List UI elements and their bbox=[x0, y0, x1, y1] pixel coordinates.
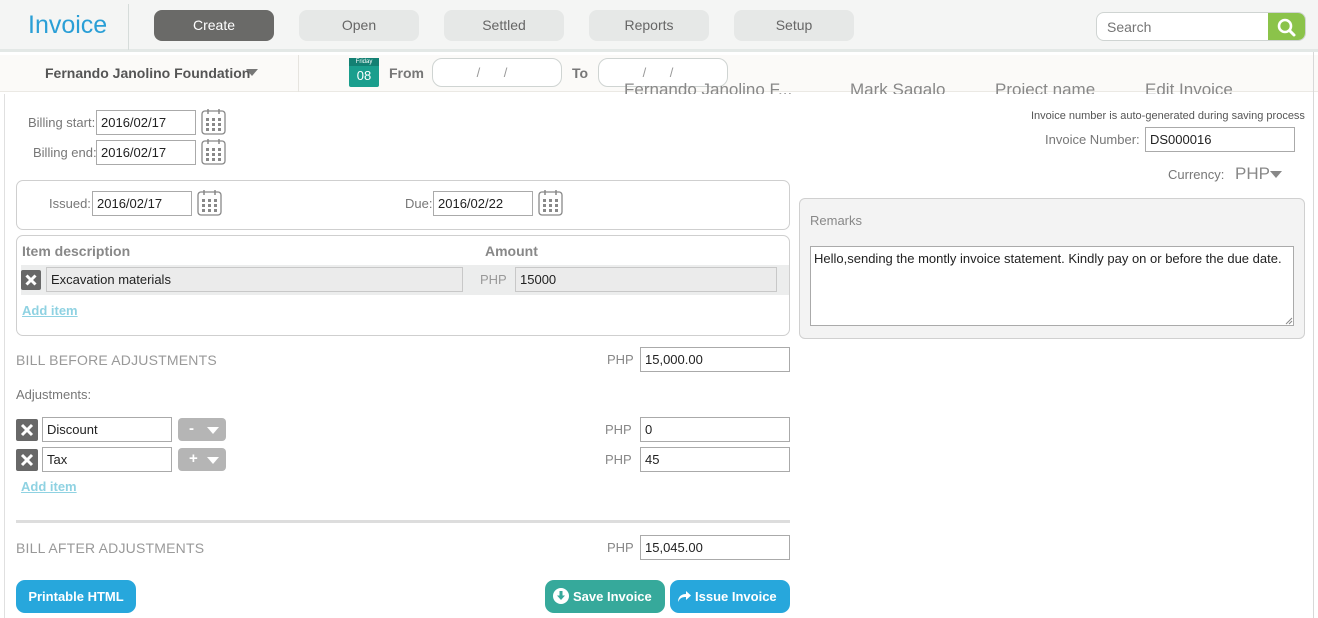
from-label: From bbox=[389, 65, 424, 81]
adjustment-value-input[interactable]: 0 bbox=[640, 417, 790, 442]
chevron-down-icon[interactable] bbox=[1270, 171, 1282, 178]
item-currency: PHP bbox=[480, 272, 507, 287]
app-title: Invoice bbox=[28, 11, 108, 39]
bill-before-currency: PHP bbox=[607, 352, 634, 367]
title-divider bbox=[128, 4, 129, 50]
billing-start-input[interactable]: 2016/02/17 bbox=[96, 110, 196, 135]
nav-reports-button[interactable]: Reports bbox=[589, 10, 709, 41]
adjustment-currency: PHP bbox=[605, 452, 632, 467]
bill-before-input[interactable]: 15,000.00 bbox=[640, 347, 790, 372]
issue-invoice-label: Issue Invoice bbox=[695, 589, 777, 604]
calendar-icon[interactable] bbox=[201, 138, 226, 165]
adjustment-operator-select[interactable]: + bbox=[178, 448, 226, 471]
nav-setup-button[interactable]: Setup bbox=[734, 10, 854, 41]
today-weekday: Friday bbox=[349, 58, 379, 66]
search-box bbox=[1096, 12, 1306, 41]
due-label: Due: bbox=[405, 196, 433, 211]
section-divider bbox=[16, 520, 790, 523]
download-icon bbox=[553, 588, 569, 604]
adjustment-operator-select[interactable]: - bbox=[178, 418, 226, 441]
client-select[interactable]: Fernando Janolino Foundation bbox=[45, 65, 250, 81]
remarks-textarea[interactable]: Hello,sending the montly invoice stateme… bbox=[810, 246, 1294, 326]
adjustment-value-input[interactable]: 45 bbox=[640, 447, 790, 472]
share-arrow-icon bbox=[678, 591, 691, 602]
today-calendar-icon[interactable]: Friday 08 bbox=[349, 58, 379, 87]
invoice-number-input: DS000016 bbox=[1145, 127, 1295, 152]
adjustments-label: Adjustments: bbox=[16, 387, 92, 402]
calendar-icon[interactable] bbox=[201, 108, 226, 135]
calendar-icon[interactable] bbox=[197, 189, 222, 216]
close-icon bbox=[20, 423, 34, 437]
search-input[interactable] bbox=[1107, 19, 1267, 35]
invoice-number-note: Invoice number is auto-generated during … bbox=[1031, 110, 1305, 122]
top-bar: Invoice Create Open Settled Reports Setu… bbox=[0, 0, 1318, 52]
currency-label: Currency: bbox=[1168, 167, 1225, 182]
filter-divider bbox=[298, 55, 299, 92]
remove-adjustment-button[interactable] bbox=[16, 449, 38, 471]
issue-invoice-button[interactable]: Issue Invoice bbox=[670, 580, 790, 613]
search-icon bbox=[1277, 18, 1296, 37]
adjustment-name-input[interactable]: Discount bbox=[42, 417, 172, 442]
nav-open-button[interactable]: Open bbox=[299, 10, 419, 41]
chevron-down-icon bbox=[207, 457, 219, 464]
search-button[interactable] bbox=[1268, 13, 1305, 40]
item-amount-input[interactable]: 15000 bbox=[515, 267, 777, 292]
chevron-down-icon[interactable] bbox=[246, 69, 258, 76]
item-description-header: Item description bbox=[22, 243, 131, 259]
bill-after-currency: PHP bbox=[607, 540, 634, 555]
invoice-form-panel: Billing start: 2016/02/17 Billing end: 2… bbox=[4, 94, 1314, 618]
today-day: 08 bbox=[356, 68, 372, 83]
operator-value: + bbox=[189, 450, 198, 467]
bill-after-input[interactable]: 15,045.00 bbox=[640, 535, 790, 560]
close-icon bbox=[20, 453, 34, 467]
bill-after-label: BILL AFTER ADJUSTMENTS bbox=[16, 540, 205, 556]
close-icon bbox=[25, 274, 37, 286]
add-item-link[interactable]: Add item bbox=[22, 303, 78, 318]
adjustment-name-input[interactable]: Tax bbox=[42, 447, 172, 472]
nav-create-button[interactable]: Create bbox=[154, 10, 274, 41]
item-row: Excavation materials PHP 15000 bbox=[21, 265, 789, 295]
currency-select[interactable]: PHP bbox=[1235, 164, 1270, 184]
remove-item-button[interactable] bbox=[21, 270, 41, 290]
add-adjustment-link[interactable]: Add item bbox=[21, 479, 77, 494]
save-invoice-label: Save Invoice bbox=[573, 589, 652, 604]
billing-end-input[interactable]: 2016/02/17 bbox=[96, 140, 196, 165]
issued-label: Issued: bbox=[49, 196, 91, 211]
nav-settled-button[interactable]: Settled bbox=[444, 10, 564, 41]
scrollbar-edge bbox=[1313, 52, 1314, 618]
issued-date-input[interactable]: 2016/02/17 bbox=[92, 191, 192, 216]
invoice-number-label: Invoice Number: bbox=[1045, 132, 1140, 147]
resize-handle-icon[interactable] bbox=[1285, 317, 1293, 325]
chevron-down-icon bbox=[207, 427, 219, 434]
remarks-label: Remarks bbox=[810, 213, 863, 228]
bill-before-label: BILL BEFORE ADJUSTMENTS bbox=[16, 352, 217, 368]
remove-adjustment-button[interactable] bbox=[16, 419, 38, 441]
calendar-icon[interactable] bbox=[538, 189, 563, 216]
billing-end-label: Billing end: bbox=[33, 145, 97, 160]
due-date-input[interactable]: 2016/02/22 bbox=[433, 191, 533, 216]
printable-html-button[interactable]: Printable HTML bbox=[16, 580, 136, 613]
operator-value: - bbox=[189, 420, 194, 437]
billing-start-label: Billing start: bbox=[28, 115, 96, 130]
adjustment-currency: PHP bbox=[605, 422, 632, 437]
item-description-input[interactable]: Excavation materials bbox=[46, 267, 463, 292]
item-amount-header: Amount bbox=[485, 243, 538, 259]
save-invoice-button[interactable]: Save Invoice bbox=[545, 580, 665, 613]
remarks-panel: Remarks Hello,sending the montly invoice… bbox=[799, 198, 1305, 339]
